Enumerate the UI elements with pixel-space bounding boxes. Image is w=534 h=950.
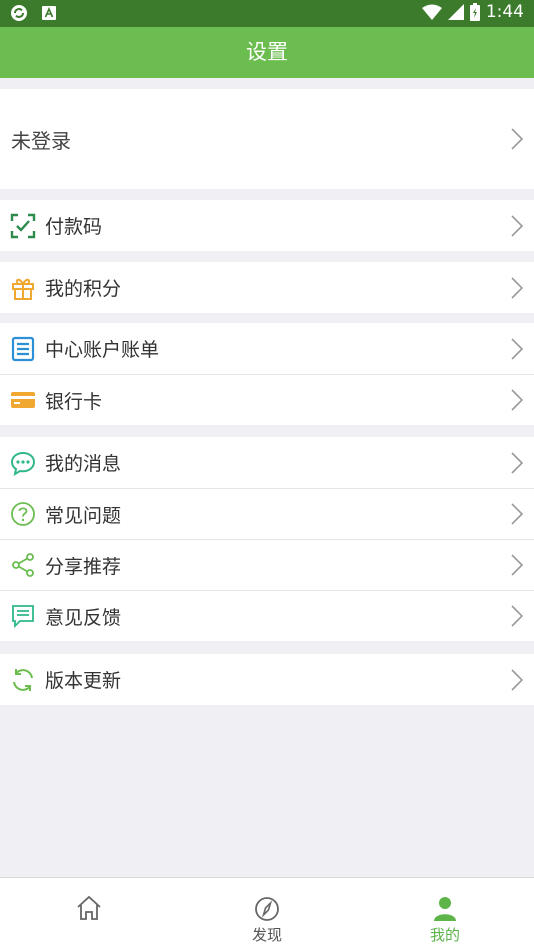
menu-item-label: 意见反馈 [45, 606, 122, 629]
home-icon [77, 895, 101, 920]
points-group: 我的积分 [0, 262, 534, 313]
chevron-right-icon [511, 605, 524, 627]
menu-item-label: 银行卡 [45, 390, 103, 413]
nav-home[interactable] [0, 878, 178, 950]
chevron-right-icon [511, 128, 524, 150]
chevron-right-icon [511, 214, 524, 237]
share-icon [12, 553, 34, 577]
page-title-bar: 设置 [0, 27, 534, 78]
chevron-right-icon [511, 451, 524, 474]
user-icon [434, 897, 456, 921]
sync-icon [11, 5, 27, 21]
nav-mine-label: 我的 [429, 926, 460, 944]
login-row[interactable]: 未登录 [0, 89, 534, 189]
bank-card-icon [11, 392, 35, 408]
compass-icon [255, 897, 279, 921]
menu-item-label: 付款码 [45, 216, 103, 238]
scan-check-icon [10, 213, 36, 238]
chevron-right-icon [511, 668, 524, 691]
menu-item-label: 我的消息 [45, 453, 122, 475]
message-bubble-icon [10, 451, 36, 476]
chevron-right-icon [511, 337, 524, 360]
wifi-icon [421, 4, 442, 20]
menu-item-label: 分享推荐 [45, 555, 122, 578]
chevron-right-icon [511, 276, 524, 299]
menu-item-payment-code[interactable]: 付款码 [0, 200, 534, 251]
menu-item-my-messages[interactable]: 我的消息 [0, 437, 534, 488]
chevron-right-icon [511, 503, 524, 525]
gift-icon [12, 278, 34, 300]
login-label: 未登录 [11, 128, 71, 153]
status-bar: 1:44 [0, 0, 534, 27]
menu-item-share-recommend[interactable]: 分享推荐 [0, 539, 534, 590]
menu-item-feedback[interactable]: 意见反馈 [0, 590, 534, 641]
version-group: 版本更新 [0, 654, 534, 705]
account-group: 中心账户账单 银行卡 [0, 323, 534, 425]
refresh-icon [13, 668, 33, 691]
nav-mine[interactable]: 我的 [356, 878, 534, 950]
nav-discover-label: 发现 [251, 926, 282, 944]
menu-item-my-points[interactable]: 我的积分 [0, 262, 534, 313]
menu-item-faq[interactable]: 常见问题 [0, 488, 534, 539]
menu-item-bank-card[interactable]: 银行卡 [0, 374, 534, 425]
page-title: 设置 [246, 40, 288, 64]
menu-item-version-update[interactable]: 版本更新 [0, 654, 534, 705]
question-circle-icon [11, 502, 35, 526]
chevron-right-icon [511, 389, 524, 411]
battery-icon [469, 3, 480, 21]
nav-discover[interactable]: 发现 [178, 878, 356, 950]
menu-item-center-account-bill[interactable]: 中心账户账单 [0, 323, 534, 374]
menu-item-label: 版本更新 [45, 670, 122, 692]
menu-item-label: 中心账户账单 [45, 339, 160, 361]
notification-a-icon [42, 6, 56, 20]
login-group: 未登录 [0, 89, 534, 189]
chevron-right-icon [511, 554, 524, 576]
payment-group: 付款码 [0, 200, 534, 251]
menu-item-label: 常见问题 [45, 504, 122, 527]
menu-item-label: 我的积分 [45, 278, 122, 300]
feedback-icon [12, 605, 34, 629]
signal-icon [447, 4, 464, 20]
status-time: 1:44 [485, 2, 524, 22]
bottom-nav: 发现 我的 [0, 877, 534, 950]
bill-list-icon [11, 336, 35, 361]
support-group: 我的消息 常见问题 分享推荐 意见反馈 [0, 437, 534, 641]
